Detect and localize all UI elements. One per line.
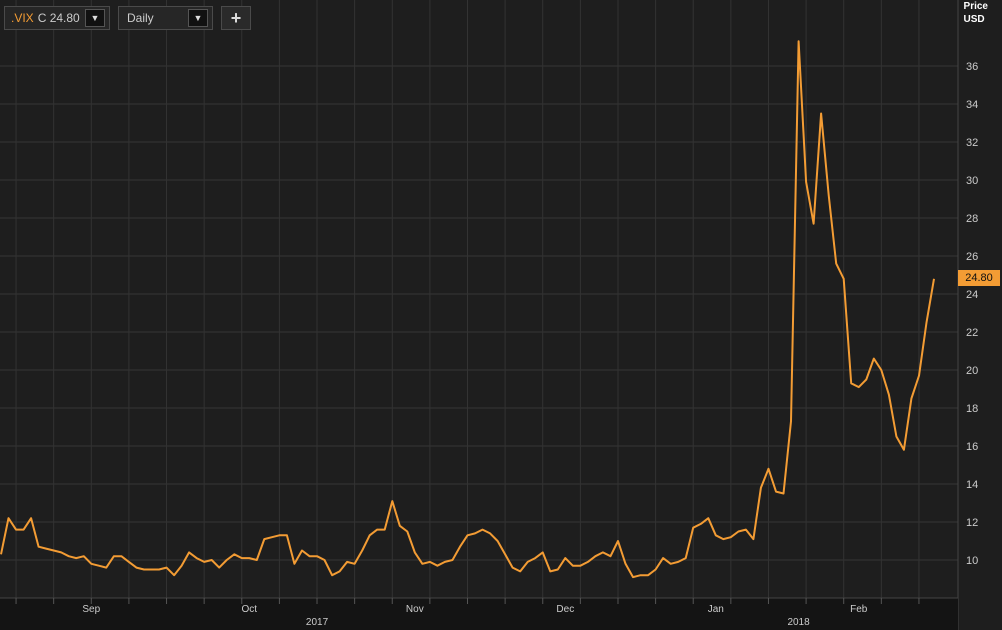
chart-toolbar: .VIX C 24.80 ▼ Daily ▼ +: [4, 6, 251, 30]
quote-prefix: C: [37, 11, 47, 25]
y-tick-label: 26: [966, 251, 978, 263]
y-tick-label: 16: [966, 441, 978, 453]
period-selector[interactable]: Daily ▼: [118, 6, 213, 30]
add-series-button[interactable]: +: [221, 6, 251, 30]
period-label: Daily: [127, 11, 154, 25]
y-tick-label: 36: [966, 61, 978, 73]
y-tick-label: 20: [966, 365, 978, 377]
x-axis: Sep Oct Nov Dec Jan Feb 2017 2018: [0, 597, 958, 630]
x-month-label: Oct: [242, 604, 258, 615]
quote-value: 24.80: [49, 11, 80, 25]
y-tick-label: 14: [966, 479, 978, 491]
x-year-label: 2018: [787, 617, 810, 628]
y-tick-label: 34: [966, 99, 978, 111]
last-value-badge: 24.80: [958, 270, 1000, 286]
y-axis-unit: USD: [963, 14, 985, 25]
symbol-selector[interactable]: .VIX C 24.80 ▼: [4, 6, 110, 30]
y-tick-label: 28: [966, 213, 978, 225]
y-tick-label: 12: [966, 517, 978, 529]
y-tick-label: 32: [966, 137, 978, 149]
chart-background: [0, 0, 1002, 630]
x-month-label: Sep: [82, 604, 100, 615]
x-month-label: Dec: [556, 604, 574, 615]
x-month-label: Feb: [850, 604, 868, 615]
x-axis-band: [0, 598, 958, 630]
chevron-down-icon[interactable]: ▼: [188, 9, 208, 27]
x-year-label: 2017: [306, 617, 329, 628]
plus-icon: +: [230, 7, 242, 28]
x-month-label: Jan: [708, 604, 724, 615]
symbol-name: .VIX: [11, 11, 34, 25]
chevron-down-icon[interactable]: ▼: [85, 9, 105, 27]
price-chart[interactable]: 10 12 14 16 18 20 22 24 26 28 30 32 34 36 Sep Oct Nov De…: [0, 0, 1002, 630]
y-tick-label: 24: [966, 289, 978, 301]
price-axis-title: Price USD: [964, 0, 988, 26]
y-tick-label: 22: [966, 327, 978, 339]
y-tick-label: 18: [966, 403, 978, 415]
y-tick-label: 10: [966, 555, 978, 567]
x-month-label: Nov: [406, 604, 424, 615]
y-axis-label: Price: [963, 1, 988, 12]
y-tick-label: 30: [966, 175, 978, 187]
